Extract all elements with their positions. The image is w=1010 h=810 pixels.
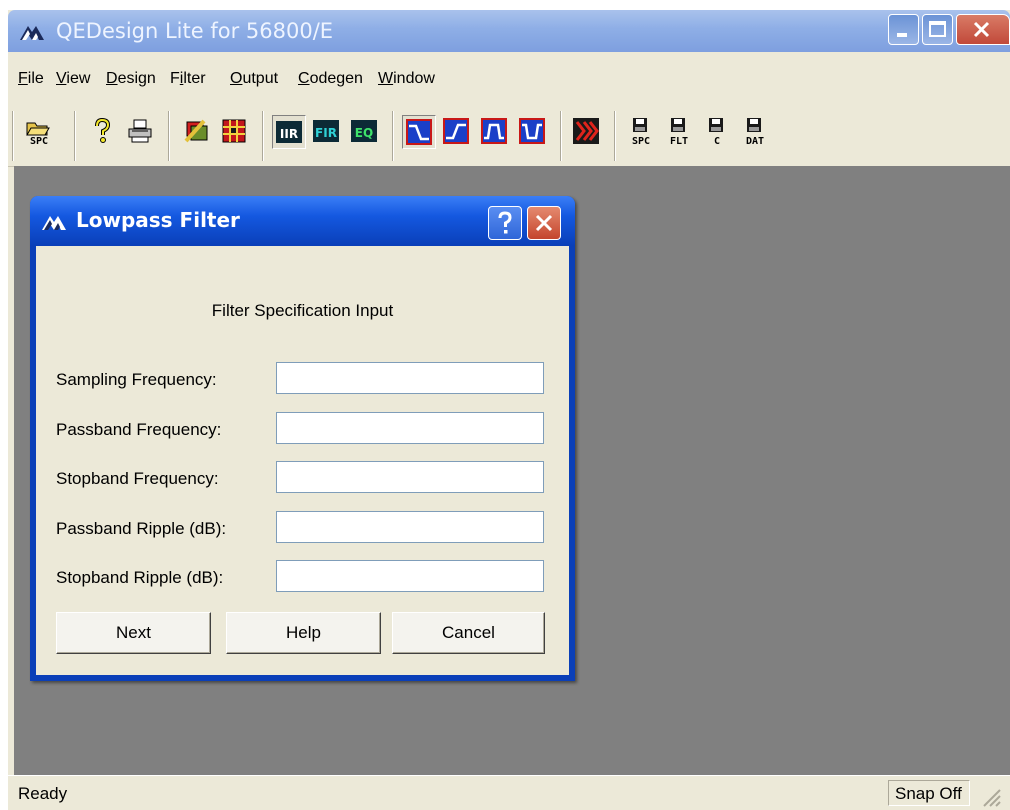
app-logo-icon: [18, 20, 46, 42]
bandpass-icon: [481, 118, 507, 144]
fir-button[interactable]: FIR: [310, 115, 344, 149]
maximize-button[interactable]: [922, 14, 953, 45]
window-title: QEDesign Lite for 56800/E: [56, 19, 334, 43]
passband-ripple-input[interactable]: [276, 511, 544, 543]
menu-view[interactable]: View: [56, 70, 90, 88]
resize-grip-icon[interactable]: [978, 784, 1002, 808]
toolbar-separator: [614, 111, 616, 161]
sampling-frequency-input[interactable]: [276, 362, 544, 394]
stopband-frequency-input[interactable]: [276, 461, 544, 493]
maximize-icon: [929, 21, 946, 37]
next-step-button[interactable]: [570, 115, 604, 149]
status-text: Ready: [18, 784, 68, 803]
bandstop-button[interactable]: [516, 115, 550, 149]
print-button[interactable]: [124, 115, 158, 149]
dialog-close-button[interactable]: [527, 206, 561, 240]
question-mark-icon: [498, 211, 512, 234]
save-dat-button[interactable]: DAT: [738, 115, 772, 149]
menu-filter[interactable]: Filter: [170, 70, 206, 88]
dialog-title: Lowpass Filter: [76, 208, 240, 232]
save-flt-button[interactable]: FLT: [662, 115, 696, 149]
svg-text:EQ: EQ: [355, 126, 373, 140]
svg-text:FIR: FIR: [315, 126, 337, 140]
cancel-button[interactable]: Cancel: [392, 612, 545, 654]
design-icon: [184, 119, 208, 143]
stopband-frequency-label: Stopband Frequency:: [56, 469, 219, 488]
title-bar[interactable]: QEDesign Lite for 56800/E: [8, 10, 1010, 52]
iir-button[interactable]: IIR: [272, 115, 306, 149]
svg-text:IIR: IIR: [280, 127, 298, 141]
double-chevron-right-icon: [573, 118, 599, 144]
eq-icon: EQ: [351, 120, 377, 142]
save-c-button[interactable]: C: [700, 115, 734, 149]
status-bar: Ready Snap Off: [8, 775, 1010, 810]
toolbar-separator: [74, 111, 76, 161]
toolbar-separator: [168, 111, 170, 161]
next-button[interactable]: Next: [56, 612, 211, 654]
dialog-title-bar[interactable]: Lowpass Filter: [30, 196, 575, 246]
dialog-body: Filter Specification Input Sampling Freq…: [36, 246, 569, 675]
menu-output[interactable]: Output: [230, 70, 278, 88]
help-button[interactable]: Help: [226, 612, 381, 654]
dialog-help-button[interactable]: [488, 206, 522, 240]
toolbar: SPC IIR FIR EQ SPC FLT C DAT: [8, 108, 1010, 167]
app-logo-icon: [40, 210, 68, 232]
bandpass-button[interactable]: [478, 115, 512, 149]
close-icon: [535, 214, 553, 232]
snap-status: Snap Off: [895, 784, 962, 803]
passband-frequency-label: Passband Frequency:: [56, 420, 222, 439]
menu-window[interactable]: Window: [378, 70, 435, 88]
bandstop-icon: [519, 118, 545, 144]
stopband-ripple-label: Stopband Ripple (dB):: [56, 568, 224, 587]
printer-icon: [128, 119, 152, 143]
fir-icon: FIR: [313, 120, 339, 142]
help-button[interactable]: [86, 115, 120, 149]
save-spc-button[interactable]: SPC: [624, 115, 658, 149]
toolbar-separator: [560, 111, 562, 161]
menu-design[interactable]: Design: [106, 70, 156, 88]
sampling-frequency-label: Sampling Frequency:: [56, 370, 217, 389]
stopband-ripple-input[interactable]: [276, 560, 544, 592]
close-button[interactable]: [956, 14, 1010, 45]
menu-codegen[interactable]: Codegen: [298, 70, 363, 88]
snap-status-panel: Snap Off: [888, 780, 970, 806]
lowpass-button[interactable]: [402, 115, 436, 149]
lowpass-filter-dialog: Lowpass Filter Filter Specification Inpu…: [30, 196, 575, 681]
menu-bar: File View Design Filter Output Codegen W…: [8, 52, 1010, 108]
open-spc-button[interactable]: SPC: [22, 115, 56, 149]
minimize-button[interactable]: [888, 14, 919, 45]
highpass-button[interactable]: [440, 115, 474, 149]
passband-ripple-label: Passband Ripple (dB):: [56, 519, 227, 538]
passband-frequency-input[interactable]: [276, 412, 544, 444]
toolbar-separator: [392, 111, 394, 161]
close-icon: [973, 21, 990, 38]
toolbar-separator: [12, 111, 14, 161]
lowpass-icon: [406, 119, 432, 145]
minimize-icon: [897, 33, 907, 37]
analysis-button[interactable]: [218, 115, 252, 149]
highpass-icon: [443, 118, 469, 144]
design-button[interactable]: [180, 115, 214, 149]
toolbar-separator: [262, 111, 264, 161]
menu-file[interactable]: File: [18, 70, 44, 88]
dialog-heading: Filter Specification Input: [211, 301, 394, 320]
eq-button[interactable]: EQ: [348, 115, 382, 149]
help-question-icon: [95, 117, 111, 143]
iir-icon: IIR: [276, 121, 302, 143]
grid-chart-icon: [222, 119, 246, 143]
